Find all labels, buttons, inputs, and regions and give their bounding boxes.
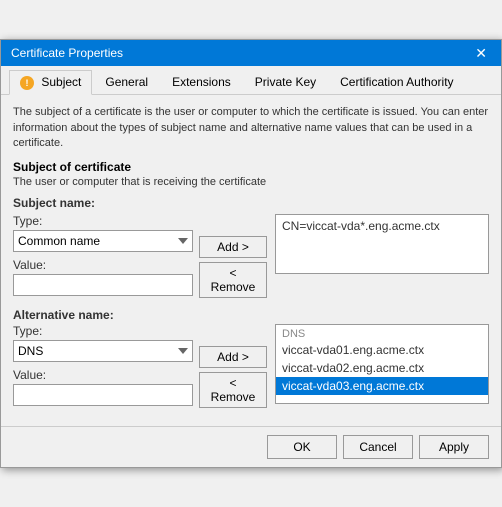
alt-value-label: Value: [13,368,193,382]
tab-content: The subject of a certificate is the user… [1,95,501,417]
alt-type-select[interactable]: DNS Email UPN IP address URL [13,340,193,362]
ok-button[interactable]: OK [267,435,337,459]
dns-list-header: DNS [276,325,488,341]
certificate-properties-dialog: Certificate Properties ✕ ! Subject Gener… [0,39,502,467]
tab-cert-authority[interactable]: Certification Authority [329,70,464,94]
subject-name-label: Subject name: [13,196,489,210]
subject-name-area: Type: Common name Organization Organizat… [13,214,489,298]
close-button[interactable]: ✕ [471,46,491,60]
subject-action-panel: Add > < Remove [199,214,269,298]
tab-subject[interactable]: ! Subject [9,70,92,95]
subject-cn-panel: CN=viccat-vda*.eng.acme.ctx [275,214,489,298]
dialog-title: Certificate Properties [11,46,123,60]
subject-of-certificate-title: Subject of certificate [13,160,489,174]
tab-general-label: General [105,75,148,89]
tab-general[interactable]: General [94,70,159,94]
alt-dns-panel: DNS viccat-vda01.eng.acme.ctx viccat-vda… [275,324,489,408]
apply-button[interactable]: Apply [419,435,489,459]
tab-extensions-label: Extensions [172,75,231,89]
subject-value-input[interactable] [13,274,193,296]
description-text: The subject of a certificate is the user… [13,105,489,151]
alt-name-area: Type: DNS Email UPN IP address URL Value… [13,324,489,408]
alt-add-button[interactable]: Add > [199,346,267,368]
subject-type-select[interactable]: Common name Organization Organizational … [13,230,193,252]
tab-cert-authority-label: Certification Authority [340,75,453,89]
tab-bar: ! Subject General Extensions Private Key… [1,66,501,95]
subject-value-label: Value: [13,258,193,272]
title-bar: Certificate Properties ✕ [1,40,501,66]
warning-icon: ! [20,76,34,90]
alt-value-input[interactable] [13,384,193,406]
alt-remove-button[interactable]: < Remove [199,372,267,408]
subject-remove-button[interactable]: < Remove [199,262,267,298]
dns-list-item[interactable]: viccat-vda01.eng.acme.ctx [276,341,488,359]
tab-subject-label: Subject [41,75,81,89]
subject-add-button[interactable]: Add > [199,236,267,258]
dns-list-item-selected[interactable]: viccat-vda03.eng.acme.ctx [276,377,488,395]
tab-private-key-label: Private Key [255,75,316,89]
alt-name-label: Alternative name: [13,308,489,322]
dns-list-item[interactable]: viccat-vda02.eng.acme.ctx [276,359,488,377]
alt-name-section: Alternative name: Type: DNS Email UPN IP… [13,308,489,408]
dialog-footer: OK Cancel Apply [1,426,501,467]
subject-subtitle: The user or computer that is receiving t… [13,176,489,188]
alt-action-panel: Add > < Remove [199,324,269,408]
subject-left-panel: Type: Common name Organization Organizat… [13,214,193,298]
tab-extensions[interactable]: Extensions [161,70,242,94]
dns-list: DNS viccat-vda01.eng.acme.ctx viccat-vda… [275,324,489,404]
subject-type-label: Type: [13,214,193,228]
subject-cn-display: CN=viccat-vda*.eng.acme.ctx [275,214,489,274]
tab-private-key[interactable]: Private Key [244,70,327,94]
cancel-button[interactable]: Cancel [343,435,413,459]
alt-left-panel: Type: DNS Email UPN IP address URL Value… [13,324,193,408]
alt-type-label: Type: [13,324,193,338]
